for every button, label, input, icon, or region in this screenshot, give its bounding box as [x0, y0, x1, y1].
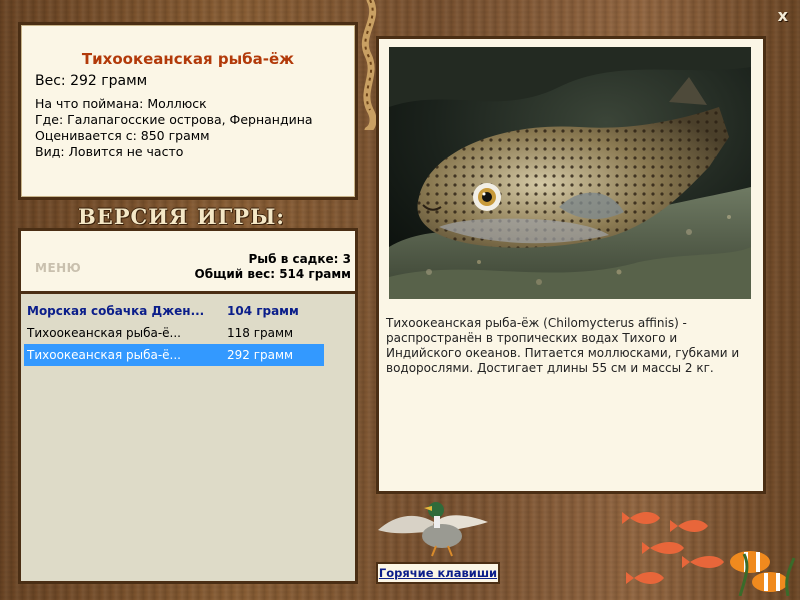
fish-valued-from: Оценивается с: 850 грамм — [35, 128, 210, 143]
total-weight: Общий вес: 514 грамм — [194, 267, 351, 281]
fish-details: На что поймана: Моллюск Где: Галапагосск… — [35, 96, 313, 160]
fish-photo-panel: Тихоокеанская рыба-ёж (Chilomycterus aff… — [376, 36, 766, 494]
list-item-weight: 104 грамм — [227, 304, 299, 318]
fish-location: Где: Галапагосские острова, Фернандина — [35, 112, 313, 127]
menu-bar: МЕНЮ Рыб в садке: 3 Общий вес: 514 грамм — [18, 228, 358, 294]
cage-stats: Рыб в садке: 3 Общий вес: 514 грамм — [195, 252, 351, 282]
close-button[interactable]: x — [778, 6, 788, 25]
fish-info-panel: Тихоокеанская рыба-ёж Вес: 292 грамм На … — [18, 22, 358, 200]
catch-list: Морская собачка Джен... 104 грамм Тихоок… — [24, 300, 324, 366]
fish-in-cage-count: Рыб в садке: 3 — [248, 252, 352, 266]
list-item-selected[interactable]: Тихоокеанская рыба-ё... 292 грамм — [24, 344, 324, 366]
fish-bait: На что поймана: Моллюск — [35, 96, 207, 111]
list-item-name: Морская собачка Джен... — [27, 304, 205, 318]
list-item-weight: 292 грамм — [227, 348, 294, 362]
hotkeys-link[interactable]: Горячие клавиши — [376, 562, 500, 584]
list-item[interactable]: Морская собачка Джен... 104 грамм — [24, 300, 324, 322]
duck-decoration-icon — [378, 502, 488, 557]
fish-school-decoration-icon — [622, 512, 796, 596]
list-item-weight: 118 грамм — [227, 326, 294, 340]
menu-button[interactable]: МЕНЮ — [35, 261, 81, 275]
list-item-name: Тихоокеанская рыба-ё... — [27, 348, 181, 362]
list-item[interactable]: Тихоокеанская рыба-ё... 118 грамм — [24, 322, 324, 344]
fish-kind: Вид: Ловится не часто — [35, 144, 184, 159]
fish-photo — [389, 47, 751, 299]
fish-description: Тихоокеанская рыба-ёж (Chilomycterus aff… — [386, 316, 740, 375]
fish-weight: Вес: 292 грамм — [35, 73, 148, 89]
fish-title: Тихоокеанская рыба-ёж — [81, 50, 295, 68]
catch-list-panel: Морская собачка Джен... 104 грамм Тихоок… — [18, 294, 358, 584]
list-item-name: Тихоокеанская рыба-ё... — [27, 326, 181, 340]
